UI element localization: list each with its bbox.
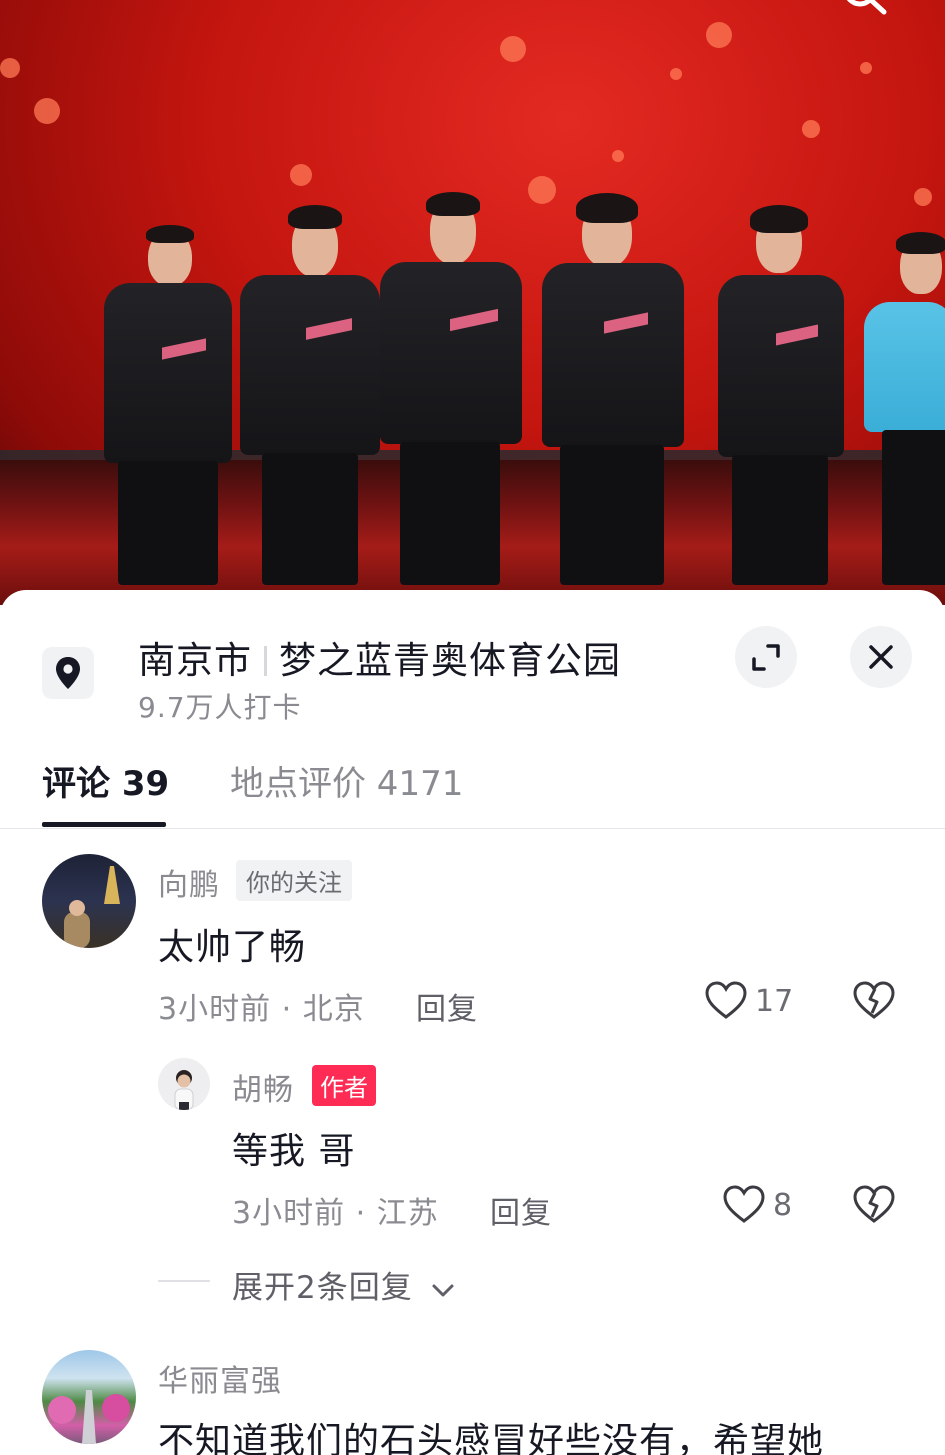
checkin-count: 9.7万人打卡 <box>138 691 302 724</box>
tabs-divider <box>0 828 945 829</box>
location-title[interactable]: 南京市 梦之蓝青奥体育公园 <box>138 630 621 684</box>
tab-location-reviews[interactable]: 地点评价 4171 <box>230 756 463 805</box>
avatar-image <box>64 866 120 948</box>
comment-username[interactable]: 向鹏 <box>158 860 220 904</box>
person-player-4 <box>718 205 844 585</box>
person-player-3 <box>542 193 684 585</box>
bokeh-light <box>290 164 312 186</box>
broken-heart-icon[interactable] <box>852 980 896 1020</box>
close-button[interactable] <box>850 626 912 688</box>
avatar-image <box>174 1070 194 1110</box>
title-separator <box>264 646 267 676</box>
bokeh-light <box>914 188 932 206</box>
location-name: 梦之蓝青奥体育公园 <box>279 639 621 682</box>
location-sheet: 南京市 梦之蓝青奥体育公园 9.7万人打卡 评论 39 地点评价 4171 向鹏 … <box>0 590 945 1455</box>
header-photo <box>0 0 945 605</box>
person-referee <box>864 232 945 585</box>
broken-heart-icon[interactable] <box>852 1184 896 1224</box>
location-pin-icon <box>56 657 80 689</box>
search-icon[interactable] <box>838 0 898 18</box>
like-count: 17 <box>755 984 794 1019</box>
comment-text: 太帅了畅 <box>158 927 307 968</box>
following-badge: 你的关注 <box>236 860 352 901</box>
like-count: 8 <box>773 1188 793 1223</box>
comment-meta: 3小时前 · 北京 <box>158 992 365 1027</box>
bokeh-light <box>706 22 732 48</box>
reply-button[interactable]: 回复 <box>490 1188 552 1232</box>
expand-replies-button[interactable]: 展开2条回复 <box>232 1262 456 1307</box>
bokeh-light <box>612 150 624 162</box>
heart-icon[interactable] <box>704 980 748 1020</box>
close-icon <box>869 645 893 669</box>
location-pin-box <box>42 647 94 699</box>
person-player-1 <box>240 205 380 585</box>
chevron-down-icon <box>432 1284 454 1296</box>
comment-text: 不知道我们的石头感冒好些没有，希望她 <box>158 1421 825 1455</box>
bokeh-light <box>500 36 526 62</box>
avatar[interactable] <box>42 854 136 948</box>
reply-meta: 3小时前 · 江苏 <box>232 1196 439 1231</box>
person-player-2 <box>380 192 522 585</box>
expand-replies-label: 展开2条回复 <box>232 1270 413 1306</box>
avatar-image <box>48 1390 130 1444</box>
expand-icon <box>752 644 780 671</box>
reply-text: 等我 哥 <box>232 1131 356 1172</box>
reply-button[interactable]: 回复 <box>416 984 478 1028</box>
comment-username[interactable]: 华丽富强 <box>158 1356 282 1400</box>
avatar[interactable] <box>158 1058 210 1110</box>
bokeh-light <box>670 68 682 80</box>
reply-username[interactable]: 胡畅 <box>232 1065 294 1109</box>
heart-icon[interactable] <box>722 1184 766 1224</box>
expand-replies-line <box>158 1280 210 1282</box>
person-coach <box>104 225 234 585</box>
bokeh-light <box>34 98 60 124</box>
bokeh-light <box>802 120 820 138</box>
tab-comments[interactable]: 评论 39 <box>42 756 169 805</box>
bokeh-light <box>860 62 872 74</box>
location-city: 南京市 <box>138 639 252 682</box>
bokeh-light <box>0 58 20 78</box>
expand-button[interactable] <box>735 626 797 688</box>
active-tab-indicator <box>42 822 166 827</box>
avatar[interactable] <box>42 1350 136 1444</box>
author-badge: 作者 <box>312 1065 376 1106</box>
